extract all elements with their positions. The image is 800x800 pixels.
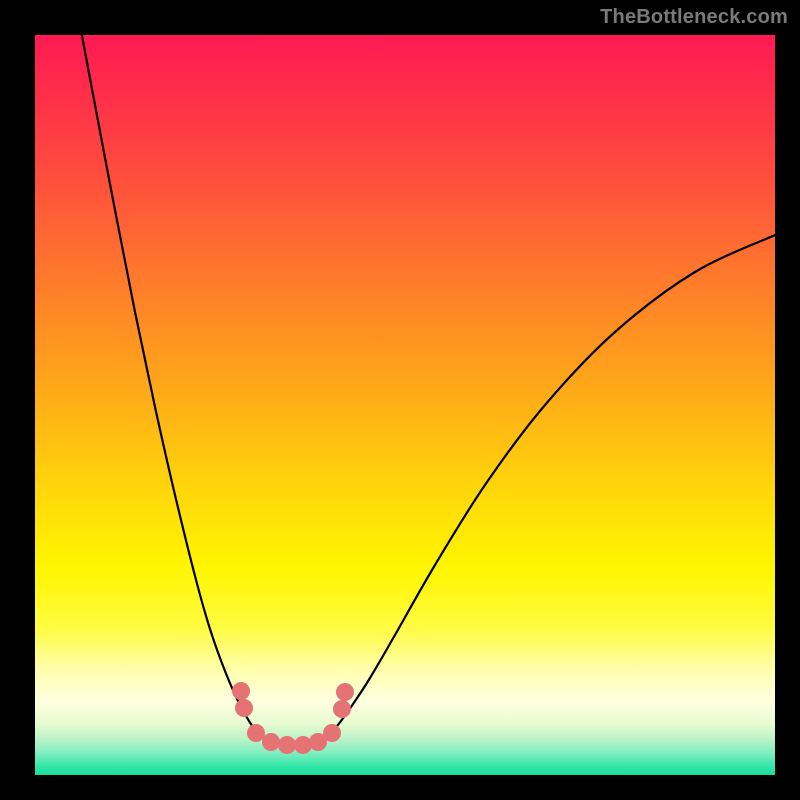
marker-dot: [232, 682, 250, 700]
marker-dot: [323, 724, 341, 742]
curve-path-group: [80, 35, 775, 745]
marker-dot: [235, 699, 253, 717]
marker-dot: [294, 736, 312, 754]
bottleneck-curve: [35, 35, 775, 775]
curve-path: [80, 35, 775, 745]
watermark-label: TheBottleneck.com: [600, 6, 788, 29]
marker-dot: [333, 700, 351, 718]
marker-dot: [278, 736, 296, 754]
chart-frame: TheBottleneck.com: [0, 0, 800, 800]
marker-dot: [336, 683, 354, 701]
marker-group: [232, 682, 354, 754]
marker-dot: [247, 724, 265, 742]
marker-dot: [262, 733, 280, 751]
plot-area: [35, 35, 775, 775]
